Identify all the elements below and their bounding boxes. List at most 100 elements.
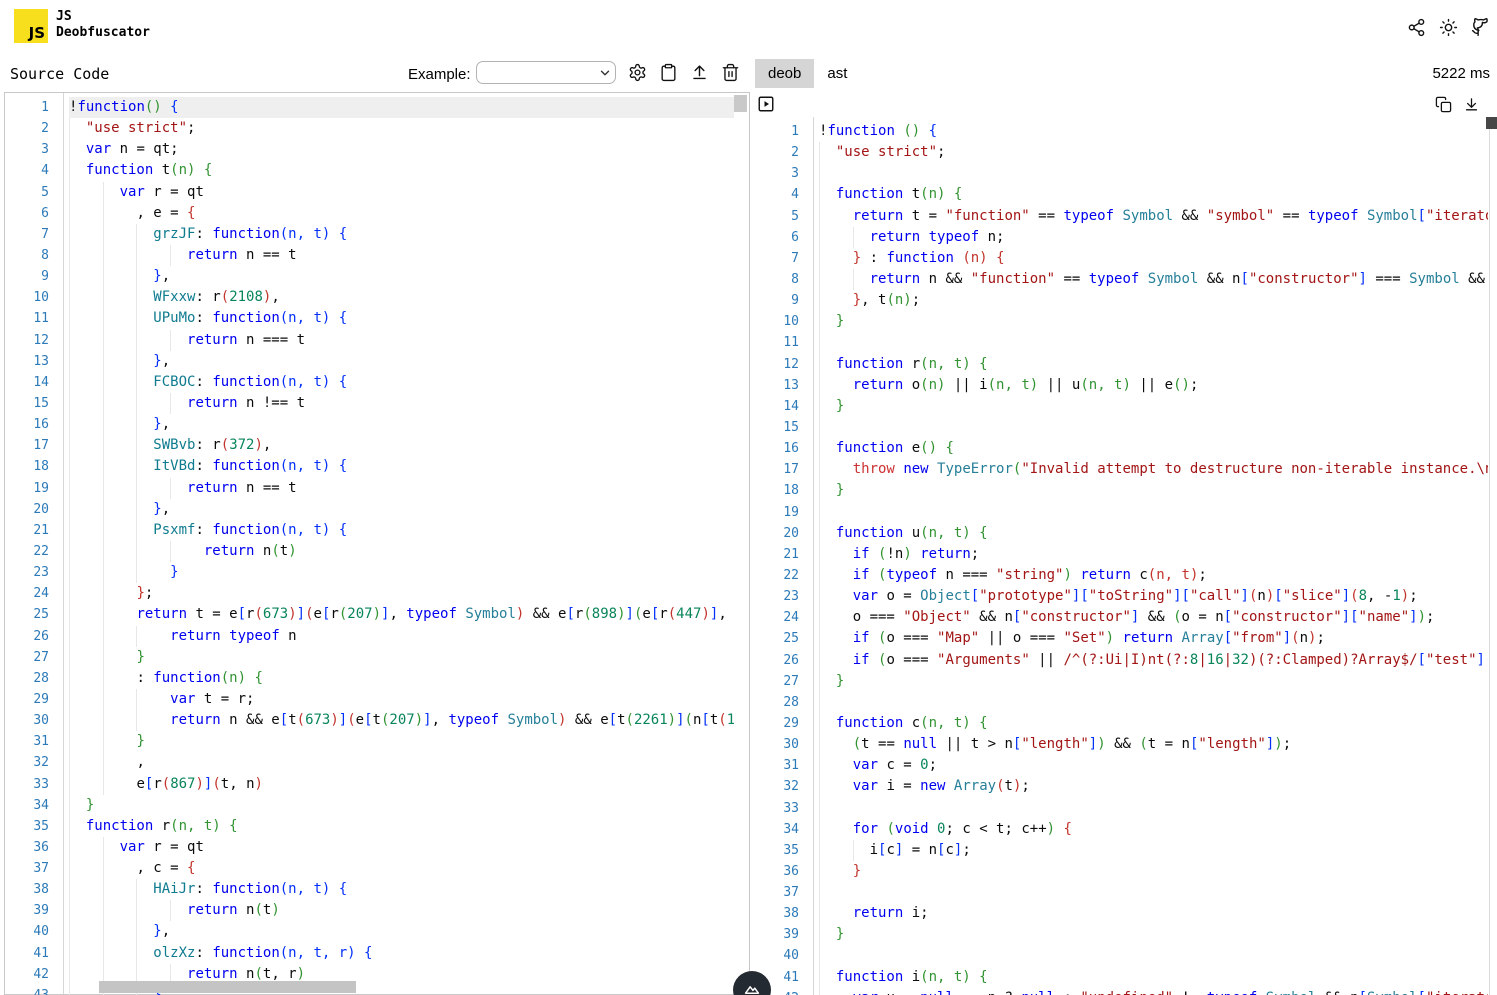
code-line[interactable] [819,163,1488,184]
code-line[interactable]: WFxxw: r(2108), [69,287,734,308]
code-line[interactable]: }, t(n); [819,290,1488,311]
paste-icon[interactable] [659,63,678,82]
source-editor-panel[interactable]: 1234567891011121314151617181920212223242… [4,92,750,995]
code-line[interactable]: } [819,924,1488,945]
copy-icon[interactable] [1435,96,1452,113]
code-line[interactable]: return n && "function" == typeof Symbol … [819,269,1488,290]
tab-deob[interactable]: deob [755,59,814,88]
code-line[interactable]: var o = Object["prototype"]["toString"][… [819,586,1488,607]
code-line[interactable]: }, [69,499,734,520]
trash-icon[interactable] [721,63,740,82]
code-line[interactable] [819,332,1488,353]
code-line[interactable]: return t = e[r(673)](e[r(207)], typeof S… [69,604,734,625]
code-line[interactable]: ItVBd: function(n, t) { [69,456,734,477]
code-line[interactable]: throw new TypeError("Invalid attempt to … [819,459,1488,480]
code-line[interactable]: function r(n, t) { [69,816,734,837]
code-line[interactable]: return o(n) || i(n, t) || u(n, t) || e()… [819,375,1488,396]
code-line[interactable]: function u(n, t) { [819,523,1488,544]
theme-toggle-icon[interactable] [1439,18,1458,37]
code-line[interactable] [819,692,1488,713]
code-line[interactable]: } [819,671,1488,692]
code-line[interactable]: }, [69,414,734,435]
code-line[interactable] [819,502,1488,523]
code-line[interactable]: var c = 0; [819,755,1488,776]
code-line[interactable]: function t(n) { [819,184,1488,205]
code-line[interactable]: function t(n) { [69,160,734,181]
upload-icon[interactable] [690,63,709,82]
code-line[interactable] [819,882,1488,903]
code-line[interactable]: }; [69,583,734,604]
code-line[interactable]: (t == null || t > n["length"]) && (t = n… [819,734,1488,755]
code-line[interactable]: }, [69,266,734,287]
code-line[interactable]: var n = qt; [69,139,734,160]
code-line[interactable] [819,417,1488,438]
output-vertical-scrollbar[interactable] [1486,117,1497,129]
code-line[interactable]: if (!n) return; [819,544,1488,565]
github-icon[interactable] [1471,18,1490,37]
code-line[interactable]: , c = { [69,858,734,879]
source-code-content[interactable]: !function() {"use strict";var n = qt;fun… [69,97,734,995]
code-line[interactable]: } [69,647,734,668]
code-line[interactable]: return typeof n; [819,227,1488,248]
code-line[interactable]: i[c] = n[c]; [819,840,1488,861]
code-line[interactable]: function c(n, t) { [819,713,1488,734]
output-code-content[interactable]: !function () {"use strict"; function t(n)… [819,121,1488,995]
code-line[interactable]: SWBvb: r(372), [69,435,734,456]
code-line[interactable]: return n == t [69,478,734,499]
code-line[interactable]: } [69,562,734,583]
code-line[interactable]: if (o === "Map" || o === "Set") return A… [819,628,1488,649]
code-line[interactable]: FCBOC: function(n, t) { [69,372,734,393]
code-line[interactable]: return n(t) [69,541,734,562]
code-line[interactable] [819,945,1488,966]
code-line[interactable]: function i(n, t) { [819,967,1488,988]
code-line[interactable]: o === "Object" && n["constructor"] && (o… [819,607,1488,628]
code-line[interactable]: } [69,795,734,816]
code-line[interactable]: var u = null == n ? null : "undefined" !… [819,988,1488,995]
code-line[interactable]: e[r(867)](t, n) [69,774,734,795]
code-line[interactable]: UPuMo: function(n, t) { [69,308,734,329]
code-line[interactable]: if (typeof n === "string") return c(n, t… [819,565,1488,586]
code-line[interactable]: Psxmf: function(n, t) { [69,520,734,541]
code-line[interactable]: !function () { [819,121,1488,142]
code-line[interactable]: "use strict"; [819,142,1488,163]
code-line[interactable]: return n == t [69,245,734,266]
code-line[interactable]: } [819,396,1488,417]
code-line[interactable]: var r = qt [69,837,734,858]
code-line[interactable]: return n && e[t(673)](e[t(207)], typeof … [69,710,734,731]
play-icon[interactable] [757,95,775,113]
download-icon[interactable] [1463,96,1480,113]
code-line[interactable]: return i; [819,903,1488,924]
code-line[interactable]: return n === t [69,330,734,351]
code-line[interactable]: return typeof n [69,626,734,647]
output-editor-panel[interactable]: 1234567891011121314151617181920212223242… [755,92,1497,995]
code-line[interactable]: var r = qt [69,182,734,203]
tab-ast[interactable]: ast [814,59,860,88]
code-line[interactable]: return t = "function" == typeof Symbol &… [819,206,1488,227]
code-line[interactable]: if (o === "Arguments" || /^(?:Ui|I)nt(?:… [819,650,1488,671]
code-line[interactable]: }, [69,351,734,372]
code-line[interactable]: "use strict"; [69,118,734,139]
code-line[interactable]: return n(t) [69,900,734,921]
code-line[interactable]: return n !== t [69,393,734,414]
code-line[interactable]: var i = new Array(t); [819,776,1488,797]
code-line[interactable]: } : function (n) { [819,248,1488,269]
code-line[interactable]: : function(n) { [69,668,734,689]
code-line[interactable]: !function() { [69,97,734,118]
code-line[interactable] [819,798,1488,819]
source-horizontal-scrollbar[interactable] [99,981,356,993]
code-line[interactable]: } [819,480,1488,501]
code-line[interactable]: , [69,752,734,773]
code-line[interactable]: } [819,861,1488,882]
code-line[interactable]: , e = { [69,203,734,224]
js-logo[interactable]: JS [14,9,48,43]
code-line[interactable]: HAiJr: function(n, t) { [69,879,734,900]
source-vertical-scrollbar[interactable] [734,95,747,112]
code-line[interactable]: } [819,311,1488,332]
code-line[interactable]: for (void 0; c < t; c++) { [819,819,1488,840]
code-line[interactable]: }, [69,921,734,942]
code-line[interactable]: olzXz: function(n, t, r) { [69,943,734,964]
code-line[interactable]: grzJF: function(n, t) { [69,224,734,245]
example-select[interactable] [476,61,616,84]
code-line[interactable]: function e() { [819,438,1488,459]
code-line[interactable]: var t = r; [69,689,734,710]
